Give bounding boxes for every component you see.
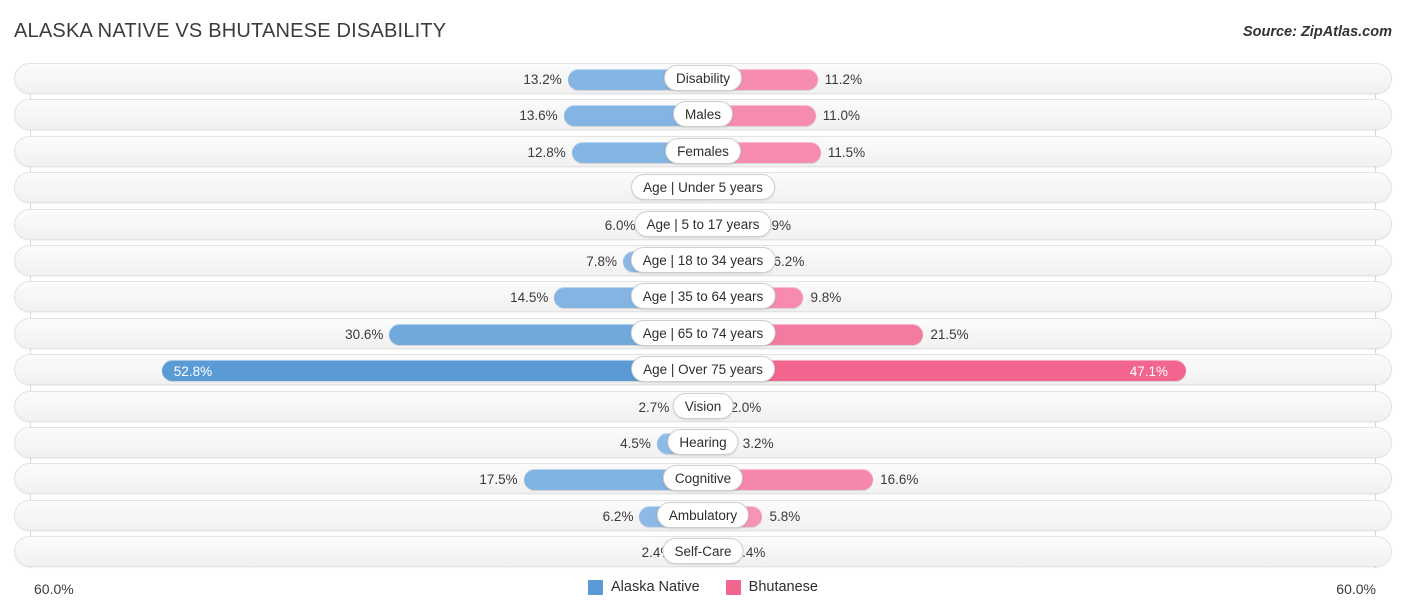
chart-row: 12.8% 11.5% Females — [0, 135, 1406, 168]
value-label-bhutanese: 11.0% — [822, 108, 861, 124]
chart-row: 2.4% 2.4% Self-Care — [0, 535, 1406, 568]
chart-row: 13.2% 11.2% Disability — [0, 62, 1406, 95]
value-label-alaska-native: 17.5% — [479, 472, 518, 488]
category-label-pill[interactable]: Age | 35 to 64 years — [630, 283, 776, 310]
chart-row: 2.9%1.2%Age | Under 5 years — [0, 171, 1406, 204]
chart-plot-area: 13.2% 11.2% Disability 13.6% 11.0% Males 12.8%… — [0, 62, 1406, 574]
value-label-alaska-native: 13.2% — [523, 72, 562, 87]
category-label-pill[interactable]: Cognitive — [662, 465, 744, 492]
chart-header: Alaska Native vs Bhutanese Disability So… — [0, 0, 1406, 60]
legend-label: Alaska Native — [611, 579, 700, 595]
value-label-alaska-native: 13.6% — [519, 108, 558, 124]
chart-row: 17.5% 16.6% Cognitive — [0, 462, 1406, 495]
legend-item[interactable]: Alaska Native — [588, 579, 700, 595]
value-label-alaska-native: 4.5% — [620, 435, 651, 451]
value-label-bhutanese: 9.8% — [810, 290, 842, 306]
legend-item[interactable]: Bhutanese — [725, 579, 818, 595]
value-label-bhutanese: 11.2% — [824, 72, 863, 87]
value-label-alaska-native: 30.6% — [345, 326, 384, 342]
value-label-bhutanese: 3.2% — [742, 435, 774, 451]
chart-legend: Alaska Native Bhutanese — [0, 579, 1406, 595]
value-label-bhutanese: 47.1% — [1129, 364, 1169, 380]
chart-row: 30.6% 21.5% Age | 65 to 74 years — [0, 317, 1406, 350]
category-label-pill[interactable]: Age | Under 5 years — [631, 174, 775, 201]
legend-swatch-bhutanese — [725, 579, 741, 595]
category-label-pill[interactable]: Age | Over 75 years — [631, 356, 775, 383]
chart-row: 13.6% 11.0% Males — [0, 98, 1406, 131]
chart-row: 6.2% 5.8% Ambulatory — [0, 499, 1406, 532]
category-label-pill[interactable]: Ambulatory — [656, 501, 750, 528]
chart-rows: 13.2% 11.2% Disability 13.6% 11.0% Males 12.8%… — [0, 62, 1406, 571]
category-label-pill[interactable]: Females — [665, 137, 741, 164]
value-label-alaska-native: 14.5% — [510, 290, 549, 306]
value-label-alaska-native: 6.2% — [602, 508, 634, 524]
value-label-alaska-native: 12.8% — [527, 144, 566, 160]
value-label-alaska-native: 52.8% — [173, 364, 213, 380]
category-label-pill[interactable]: Age | 65 to 74 years — [630, 319, 776, 346]
value-label-bhutanese: 16.6% — [880, 472, 919, 488]
page-title: Alaska Native vs Bhutanese Disability — [14, 20, 447, 42]
value-label-bhutanese: 21.5% — [930, 326, 969, 342]
value-label-bhutanese: 2.0% — [730, 399, 762, 415]
bar-bhutanese — [703, 360, 1186, 382]
value-label-bhutanese: 11.5% — [827, 144, 866, 160]
value-label-alaska-native: 6.0% — [604, 217, 636, 233]
category-label-pill[interactable]: Males — [672, 101, 734, 128]
legend-swatch-alaska-native — [588, 579, 603, 595]
bar-alaska-native — [161, 360, 703, 382]
category-label-pill[interactable]: Disability — [663, 65, 743, 91]
legend-label: Bhutanese — [748, 579, 818, 595]
category-label-pill[interactable]: Vision — [672, 392, 734, 419]
chart-row: 6.0% 4.9% Age | 5 to 17 years — [0, 208, 1406, 241]
category-label-pill[interactable]: Age | 5 to 17 years — [634, 210, 772, 237]
value-label-alaska-native: 7.8% — [586, 253, 618, 269]
category-label-pill[interactable]: Self-Care — [662, 538, 744, 565]
value-label-bhutanese: 6.2% — [773, 253, 805, 269]
category-label-pill[interactable]: Age | 18 to 34 years — [630, 246, 776, 273]
chart-row: 52.8% 47.1% Age | Over 75 years — [0, 353, 1406, 386]
value-label-alaska-native: 2.7% — [638, 399, 670, 415]
chart-footer: 60.0% 60.0% Alaska Native Bhutanese — [0, 574, 1406, 612]
chart-row: 14.5% 9.8% Age | 35 to 64 years — [0, 280, 1406, 313]
chart-row: 2.7% 2.0% Vision — [0, 390, 1406, 423]
chart-row: 7.8% 6.2% Age | 18 to 34 years — [0, 244, 1406, 277]
category-label-pill[interactable]: Hearing — [667, 428, 739, 455]
source-attribution: Source: ZipAtlas.com — [1242, 24, 1392, 40]
value-label-bhutanese: 5.8% — [769, 508, 801, 524]
chart-row: 4.5% 3.2% Hearing — [0, 426, 1406, 459]
